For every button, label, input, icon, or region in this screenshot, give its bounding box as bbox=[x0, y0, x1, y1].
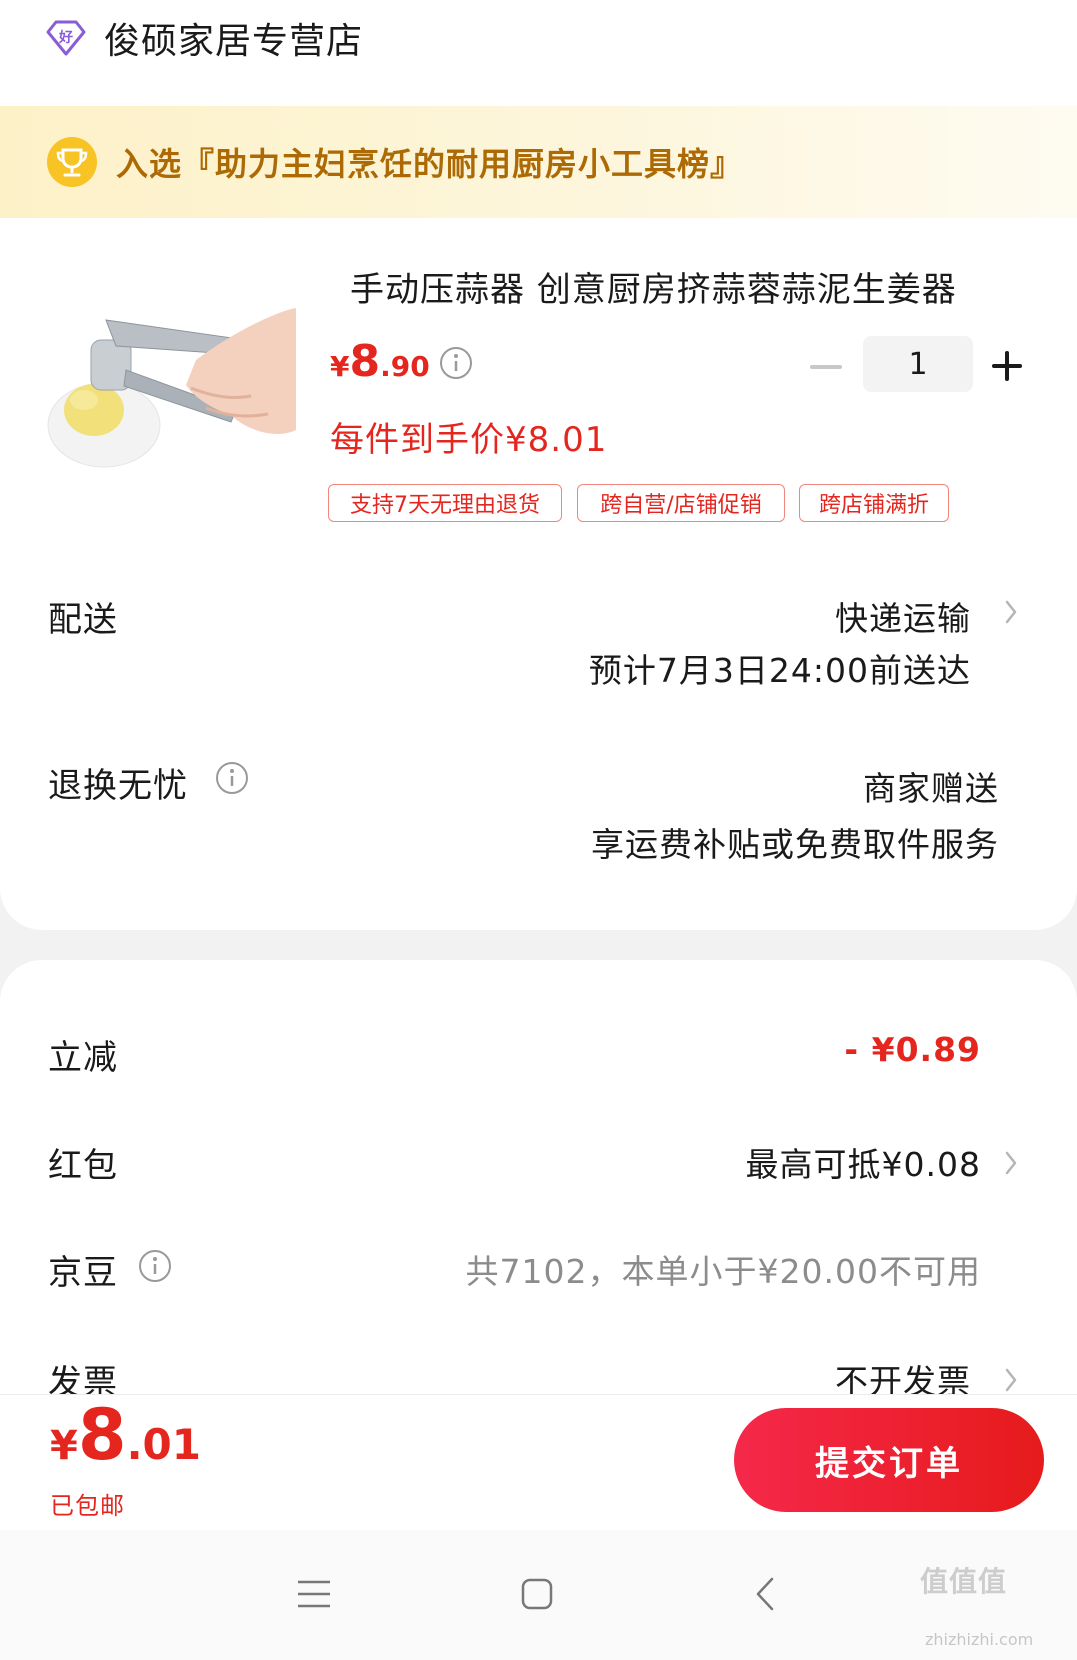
promo-tag[interactable]: 跨自营/店铺促销 bbox=[577, 484, 785, 522]
trophy-icon bbox=[47, 137, 97, 187]
instant-discount-label: 立减 bbox=[48, 1038, 118, 1078]
menu-icon[interactable] bbox=[296, 1578, 332, 1610]
chevron-right-icon[interactable] bbox=[1004, 598, 1018, 626]
returns-value: 商家赠送 bbox=[863, 769, 999, 808]
quantity-increase-button[interactable] bbox=[990, 349, 1024, 383]
info-icon[interactable] bbox=[438, 345, 474, 381]
order-total: ¥ 8 .01 bbox=[50, 1400, 201, 1470]
unit-price: ¥ 8 .90 bbox=[330, 336, 430, 387]
jd-beans-value: 共7102，本单小于¥20.00不可用 bbox=[465, 1252, 981, 1291]
product-image[interactable] bbox=[46, 300, 296, 476]
price-currency: ¥ bbox=[330, 350, 350, 383]
award-banner[interactable]: 入选『助力主妇烹饪的耐用厨房小工具榜』 bbox=[0, 106, 1077, 218]
quantity-decrease-button[interactable] bbox=[808, 352, 844, 382]
free-shipping-note: 已包邮 bbox=[50, 1492, 125, 1520]
returns-detail: 享运费补贴或免费取件服务 bbox=[591, 825, 999, 864]
back-icon[interactable] bbox=[754, 1576, 776, 1612]
chevron-right-icon[interactable] bbox=[1004, 1366, 1018, 1394]
service-tag[interactable]: 支持7天无理由退货 bbox=[328, 484, 562, 522]
home-icon[interactable] bbox=[520, 1577, 554, 1611]
price-integer: 8 bbox=[349, 336, 381, 387]
quantity-input[interactable]: 1 bbox=[863, 336, 973, 392]
shop-name: 俊硕家居专营店 bbox=[104, 21, 364, 62]
instant-discount-value: - ¥0.89 bbox=[844, 1030, 981, 1069]
final-unit-price: 每件到手价¥8.01 bbox=[330, 420, 608, 460]
returns-label: 退换无忧 bbox=[48, 766, 188, 806]
shop-badge-icon: 好 bbox=[46, 20, 86, 56]
watermark-logo: 值值值 bbox=[920, 1565, 1008, 1598]
chevron-right-icon[interactable] bbox=[1004, 1149, 1018, 1177]
delivery-label: 配送 bbox=[48, 600, 118, 640]
submit-order-button[interactable]: 提交订单 bbox=[734, 1408, 1044, 1512]
discount-tag[interactable]: 跨店铺满折 bbox=[799, 484, 949, 522]
shop-header[interactable]: 好 俊硕家居专营店 bbox=[46, 8, 363, 68]
red-packet-value[interactable]: 最高可抵¥0.08 bbox=[746, 1138, 981, 1186]
red-packet-label: 红包 bbox=[48, 1146, 118, 1186]
delivery-method[interactable]: 快递运输 bbox=[835, 592, 971, 640]
award-text: 入选『助力主妇烹饪的耐用厨房小工具榜』 bbox=[116, 145, 744, 183]
watermark-url: zhizhizhi.com bbox=[925, 1630, 1034, 1649]
info-icon[interactable] bbox=[137, 1248, 173, 1284]
svg-text:好: 好 bbox=[58, 29, 73, 46]
total-decimal: .01 bbox=[126, 1420, 201, 1469]
info-icon[interactable] bbox=[214, 760, 250, 796]
total-integer: 8 bbox=[77, 1394, 127, 1476]
jd-beans-label: 京豆 bbox=[48, 1253, 118, 1293]
price-decimal: .90 bbox=[380, 350, 430, 383]
product-title[interactable]: 手动压蒜器 创意厨房挤蒜蓉蒜泥生姜器 bbox=[350, 262, 957, 311]
total-currency: ¥ bbox=[50, 1423, 78, 1469]
delivery-eta: 预计7月3日24:00前送达 bbox=[588, 651, 971, 690]
